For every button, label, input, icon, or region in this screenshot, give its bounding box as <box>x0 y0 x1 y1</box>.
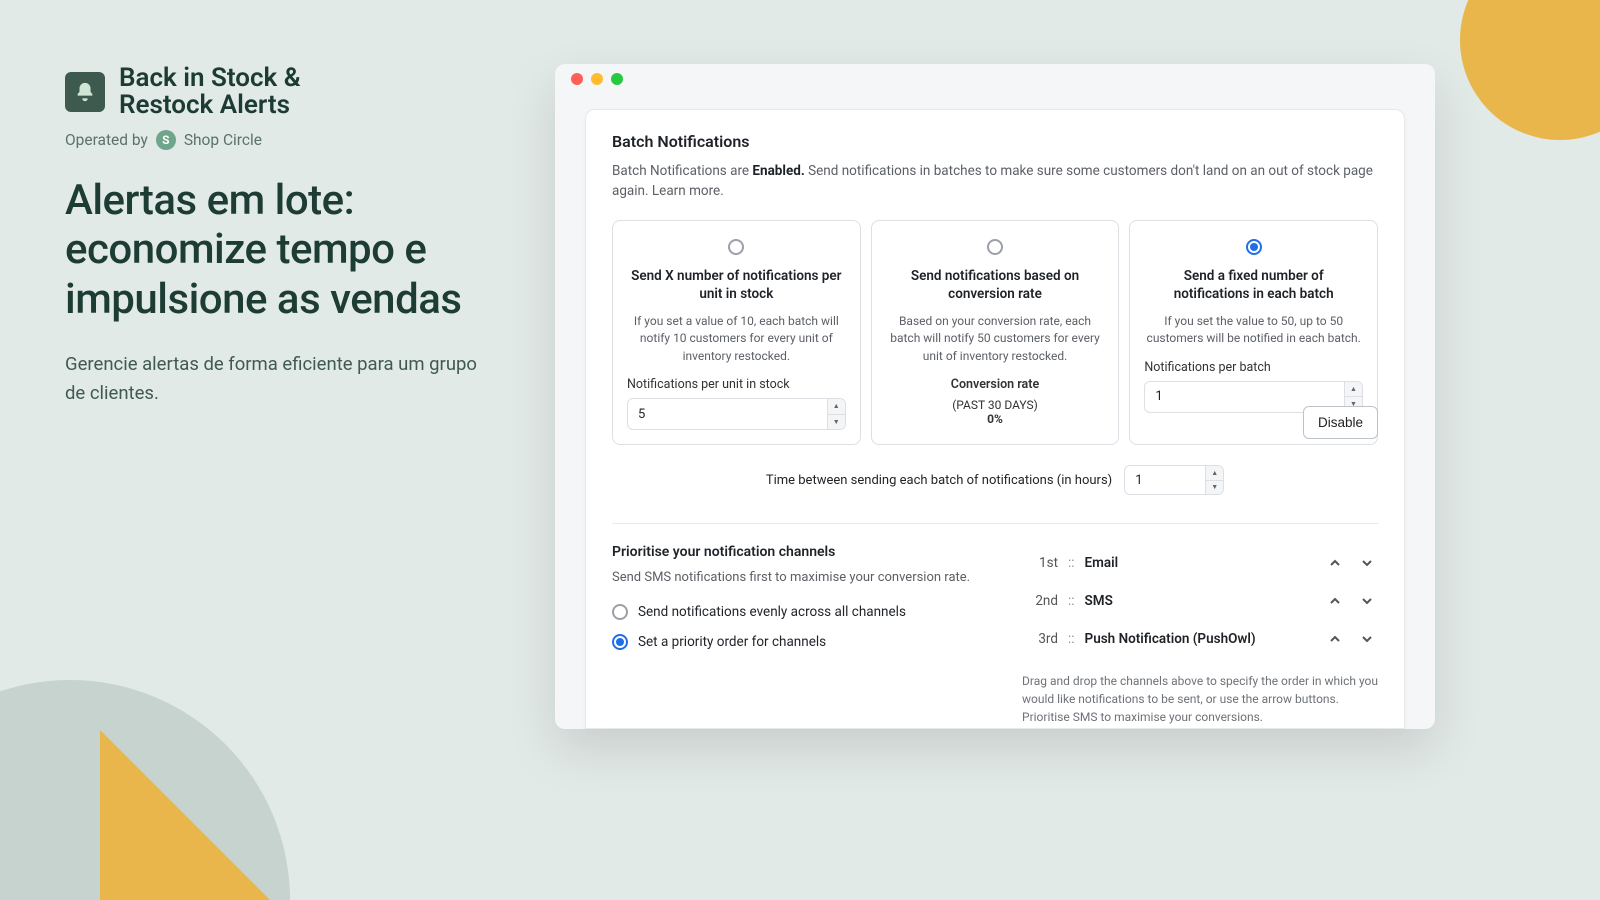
marketing-column: Back in Stock & Restock Alerts Operated … <box>65 65 495 408</box>
app-window: Batch Notifications Batch Notifications … <box>555 64 1435 729</box>
option-desc: If you set the value to 50, up to 50 cus… <box>1144 313 1363 348</box>
time-between-row: Time between sending each batch of notif… <box>612 465 1378 495</box>
settings-panel: Batch Notifications Batch Notifications … <box>585 109 1405 729</box>
time-between-input[interactable]: 1 ▲ ▼ <box>1124 465 1224 495</box>
shop-circle-icon: S <box>156 130 176 150</box>
radio-icon[interactable] <box>987 239 1003 255</box>
field-label: Notifications per batch <box>1144 360 1270 375</box>
channel-row-sms[interactable]: 2nd :: SMS <box>1022 582 1378 620</box>
option-title: Send notifications based on conversion r… <box>886 267 1105 303</box>
option-label: Send notifications evenly across all cha… <box>638 604 906 620</box>
time-between-label: Time between sending each batch of notif… <box>766 473 1112 488</box>
decorative-triangle-yellow <box>100 730 280 900</box>
channel-ordinal: 3rd <box>1022 631 1058 647</box>
batch-option-cards: Send X number of notifications per unit … <box>612 220 1378 446</box>
stat-value: 0% <box>987 412 1003 426</box>
operated-by-label: Operated by <box>65 131 148 149</box>
option-desc: Based on your conversion rate, each batc… <box>886 313 1105 365</box>
field-label: Notifications per unit in stock <box>627 377 790 392</box>
headline: Alertas em lote: economize tempo e impul… <box>65 176 495 325</box>
option-label: Set a priority order for channels <box>638 634 826 650</box>
brand-title: Back in Stock & Restock Alerts <box>119 65 301 120</box>
brand-lockup: Back in Stock & Restock Alerts <box>65 65 495 120</box>
separator: :: <box>1068 631 1075 647</box>
section-divider <box>612 523 1378 524</box>
move-down-icon[interactable] <box>1356 552 1378 574</box>
panel-intro-status: Enabled. <box>752 163 804 179</box>
prioritise-help: Drag and drop the channels above to spec… <box>1022 672 1378 726</box>
panel-intro-prefix: Batch Notifications are <box>612 163 752 179</box>
option-priority-order[interactable]: Set a priority order for channels <box>612 634 982 650</box>
option-title: Send a fixed number of notifications in … <box>1144 267 1363 303</box>
channel-name: SMS <box>1085 593 1314 609</box>
channel-row-email[interactable]: 1st :: Email <box>1022 544 1378 582</box>
stepper-up-icon[interactable]: ▲ <box>1345 382 1362 397</box>
move-up-icon[interactable] <box>1324 552 1346 574</box>
stepper-up-icon[interactable]: ▲ <box>828 399 845 414</box>
window-zoom-icon[interactable] <box>611 73 623 85</box>
option-conversion-rate[interactable]: Send notifications based on conversion r… <box>871 220 1120 446</box>
stepper-up-icon[interactable]: ▲ <box>1206 466 1223 480</box>
input-value[interactable]: 1 <box>1125 466 1205 494</box>
radio-icon[interactable] <box>1246 239 1262 255</box>
panel-title: Batch Notifications <box>612 132 1378 151</box>
channel-ordinal: 1st <box>1022 555 1058 571</box>
stat-sub: (PAST 30 DAYS) <box>952 398 1038 412</box>
brand-title-line2: Restock Alerts <box>119 92 301 119</box>
disable-button[interactable]: Disable <box>1303 406 1378 439</box>
window-titlebar <box>555 64 1435 94</box>
radio-icon[interactable] <box>612 634 628 650</box>
option-desc: If you set a value of 10, each batch wil… <box>627 313 846 365</box>
operated-by-row: Operated by S Shop Circle <box>65 130 495 150</box>
operator-name: Shop Circle <box>184 131 262 149</box>
option-per-unit[interactable]: Send X number of notifications per unit … <box>612 220 861 446</box>
move-up-icon[interactable] <box>1324 590 1346 612</box>
radio-icon[interactable] <box>612 604 628 620</box>
stepper-down-icon[interactable]: ▼ <box>1206 480 1223 495</box>
panel-intro: Batch Notifications are Enabled. Send no… <box>612 161 1378 202</box>
stepper-down-icon[interactable]: ▼ <box>828 414 845 430</box>
subtext: Gerencie alertas de forma eficiente para… <box>65 350 495 407</box>
window-close-icon[interactable] <box>571 73 583 85</box>
brand-title-line1: Back in Stock & <box>119 65 301 92</box>
channel-name: Email <box>1085 555 1314 571</box>
prioritise-heading: Prioritise your notification channels <box>612 544 982 560</box>
decorative-circle-yellow <box>1460 0 1600 140</box>
separator: :: <box>1068 593 1075 609</box>
app-logo-icon <box>65 72 105 112</box>
channel-ordinal: 2nd <box>1022 593 1058 609</box>
radio-icon[interactable] <box>728 239 744 255</box>
move-down-icon[interactable] <box>1356 628 1378 650</box>
prioritise-section: Prioritise your notification channels Se… <box>612 544 1378 726</box>
window-minimize-icon[interactable] <box>591 73 603 85</box>
notifications-per-unit-input[interactable]: 5 ▲ ▼ <box>627 398 846 430</box>
move-down-icon[interactable] <box>1356 590 1378 612</box>
channel-row-push[interactable]: 3rd :: Push Notification (PushOwl) <box>1022 620 1378 658</box>
channel-name: Push Notification (PushOwl) <box>1085 631 1314 647</box>
separator: :: <box>1068 555 1075 571</box>
option-title: Send X number of notifications per unit … <box>627 267 846 303</box>
stat-label: Conversion rate <box>951 377 1039 392</box>
option-even-distribution[interactable]: Send notifications evenly across all cha… <box>612 604 982 620</box>
prioritise-desc: Send SMS notifications first to maximise… <box>612 568 982 588</box>
input-value[interactable]: 5 <box>628 399 827 429</box>
move-up-icon[interactable] <box>1324 628 1346 650</box>
